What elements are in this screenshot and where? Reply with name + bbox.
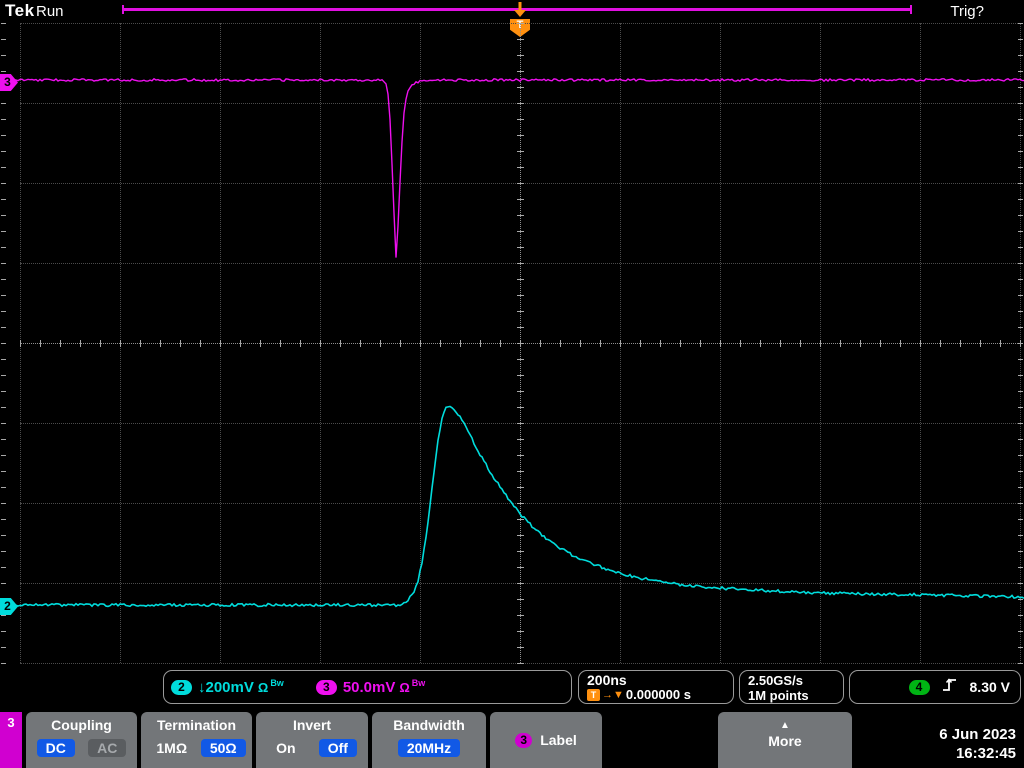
menu-termination-button[interactable]: Termination 1MΩ 50Ω	[141, 712, 252, 768]
ch2-bandwidth-limit-icon: Bw	[270, 678, 284, 688]
acquisition-status: Run	[36, 3, 64, 20]
time-display: 16:32:45	[939, 744, 1016, 763]
coupling-dc-option[interactable]: DC	[37, 739, 75, 757]
label-ch3-badge: 3	[515, 733, 532, 748]
ch2-badge: 2	[171, 680, 192, 695]
menu-label-button[interactable]: 3 Label	[490, 712, 602, 768]
ch4-badge: 4	[909, 680, 930, 695]
ch2-scale-readout: ↓200mVΩBw	[198, 678, 284, 696]
datetime: 6 Jun 2023 16:32:45	[939, 725, 1016, 763]
menu-invert-button[interactable]: Invert On Off	[256, 712, 368, 768]
trigger-status: Trig?	[950, 3, 984, 20]
trigger-readout-box: 4 8.30 V	[849, 670, 1021, 704]
trigger-t-icon: T	[587, 689, 600, 701]
timebase-scale: 200ns	[587, 673, 725, 688]
left-edge-ticks	[1, 23, 6, 664]
timebase-readout-box: 200ns T →▼ 0.000000 s	[578, 670, 734, 704]
sample-rate: 2.50GS/s	[748, 673, 835, 688]
more-up-arrow-icon: ▲	[718, 720, 852, 731]
trigger-position-readout: T →▼ 0.000000 s	[587, 688, 725, 702]
trace-ch2	[0, 407, 1024, 607]
rising-edge-icon	[942, 677, 958, 698]
label-title: Label	[540, 732, 577, 748]
trace-ch3	[0, 79, 1024, 258]
trigger-position-arrow-icon[interactable]	[512, 2, 528, 18]
menu-more-button[interactable]: ▲ More	[718, 712, 852, 768]
more-title: More	[718, 733, 852, 749]
coupling-title: Coupling	[26, 717, 137, 733]
tek-logo: Tek	[5, 1, 35, 21]
acquisition-readout-box: 2.50GS/s 1M points	[739, 670, 844, 704]
invert-off-option[interactable]: Off	[319, 739, 357, 757]
termination-title: Termination	[141, 717, 252, 733]
invert-title: Invert	[256, 717, 368, 733]
record-length: 1M points	[748, 688, 835, 703]
date-display: 6 Jun 2023	[939, 725, 1016, 744]
menu-channel-tab: 3	[0, 712, 22, 768]
ch3-badge: 3	[316, 680, 337, 695]
ch2-termination-icon: Ω	[258, 680, 268, 695]
bandwidth-20mhz-option[interactable]: 20MHz	[398, 739, 460, 757]
oscilloscope-screen: Tek Run Trig? T 3 2 2 ↓200mVΩBw 3 50.0mV…	[0, 0, 1024, 768]
menu-coupling-button[interactable]: Coupling DC AC	[26, 712, 137, 768]
center-horizontal-ticks	[20, 340, 1021, 347]
channel-readouts-box: 2 ↓200mVΩBw 3 50.0mVΩBw	[163, 670, 572, 704]
trigger-position-value: 0.000000 s	[626, 688, 691, 702]
ch3-position-marker[interactable]: 3	[0, 74, 18, 91]
trigger-level: 8.30 V	[970, 679, 1010, 695]
ch2-position-marker[interactable]: 2	[0, 598, 18, 615]
ch3-termination-icon: Ω	[399, 680, 409, 695]
termination-50ohm-option[interactable]: 50Ω	[201, 739, 246, 757]
coupling-ac-option[interactable]: AC	[88, 739, 126, 757]
invert-on-option[interactable]: On	[267, 739, 304, 757]
waveform-display	[0, 0, 1024, 768]
termination-1mohm-option[interactable]: 1MΩ	[147, 739, 196, 757]
bandwidth-title: Bandwidth	[372, 717, 486, 733]
ch3-scale-readout: 50.0mVΩBw	[343, 678, 425, 696]
trigger-arrow-icon: →▼	[602, 688, 624, 702]
menu-bandwidth-button[interactable]: Bandwidth 20MHz	[372, 712, 486, 768]
ch3-bandwidth-limit-icon: Bw	[412, 678, 426, 688]
